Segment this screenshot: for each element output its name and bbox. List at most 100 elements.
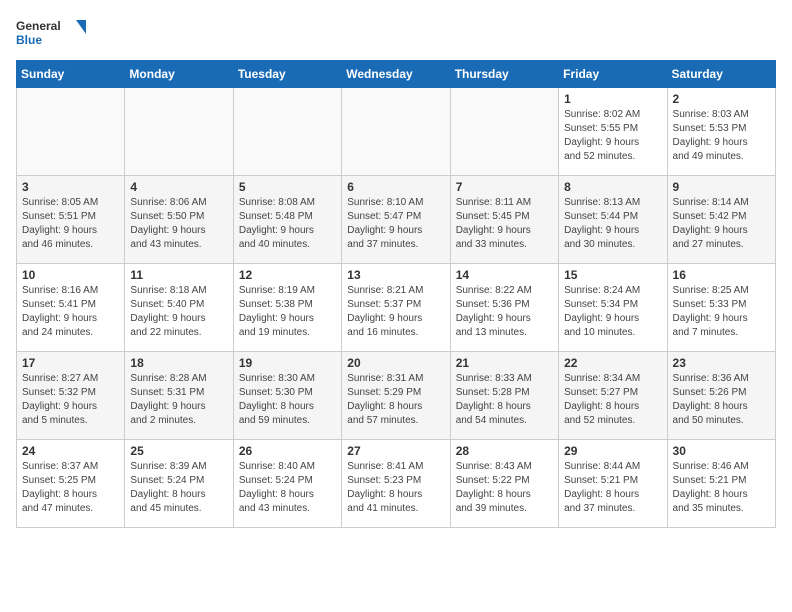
weekday-header-thursday: Thursday: [450, 61, 558, 88]
day-number: 7: [456, 180, 553, 194]
calendar-cell: 16Sunrise: 8:25 AM Sunset: 5:33 PM Dayli…: [667, 264, 775, 352]
calendar-table: SundayMondayTuesdayWednesdayThursdayFrid…: [16, 60, 776, 528]
header: General Blue: [16, 16, 776, 52]
calendar-cell: [125, 88, 233, 176]
day-number: 8: [564, 180, 661, 194]
day-info: Sunrise: 8:37 AM Sunset: 5:25 PM Dayligh…: [22, 460, 119, 516]
calendar-cell: 7 Sunrise: 8:11 AM Sunset: 5:45 PM Daylig…: [450, 176, 558, 264]
calendar-cell: 29 Sunrise: 8:44 AM Sunset: 5:21 PM Dayli…: [559, 440, 667, 528]
week-row-2: 3Sunrise: 8:05 AM Sunset: 5:51 PM Daylig…: [17, 176, 776, 264]
svg-text:Blue: Blue: [16, 33, 42, 47]
day-info: Sunrise: 8:22 AM Sunset: 5:36 PM Dayligh…: [456, 284, 553, 340]
svg-text:General: General: [16, 19, 61, 33]
day-number: 26: [239, 444, 336, 458]
day-number: 12: [239, 268, 336, 282]
day-info: Sunrise: 8:02 AM Sunset: 5:55 PM Dayligh…: [564, 108, 661, 164]
day-number: 11: [130, 268, 227, 282]
header-row: SundayMondayTuesdayWednesdayThursdayFrid…: [17, 61, 776, 88]
day-info: Sunrise: 8:40 AM Sunset: 5:24 PM Dayligh…: [239, 460, 336, 516]
week-row-3: 10 Sunrise: 8:16 AM Sunset: 5:41 PM Dayli…: [17, 264, 776, 352]
day-info: Sunrise: 8:46 AM Sunset: 5:21 PM Dayligh…: [673, 460, 770, 516]
day-number: 15: [564, 268, 661, 282]
calendar-cell: 3Sunrise: 8:05 AM Sunset: 5:51 PM Daylig…: [17, 176, 125, 264]
calendar-cell: 24 Sunrise: 8:37 AM Sunset: 5:25 PM Dayli…: [17, 440, 125, 528]
day-info: Sunrise: 8:36 AM Sunset: 5:26 PM Dayligh…: [673, 372, 770, 428]
day-info: Sunrise: 8:44 AM Sunset: 5:21 PM Dayligh…: [564, 460, 661, 516]
day-number: 28: [456, 444, 553, 458]
day-number: 17: [22, 356, 119, 370]
day-number: 25: [130, 444, 227, 458]
calendar-cell: 17 Sunrise: 8:27 AM Sunset: 5:32 PM Dayli…: [17, 352, 125, 440]
day-info: Sunrise: 8:30 AM Sunset: 5:30 PM Dayligh…: [239, 372, 336, 428]
day-number: 24: [22, 444, 119, 458]
day-info: Sunrise: 8:28 AM Sunset: 5:31 PM Dayligh…: [130, 372, 227, 428]
day-number: 1: [564, 92, 661, 106]
calendar-cell: [342, 88, 450, 176]
day-number: 16: [673, 268, 770, 282]
logo: General Blue: [16, 16, 86, 52]
day-number: 4: [130, 180, 227, 194]
day-number: 14: [456, 268, 553, 282]
weekday-header-saturday: Saturday: [667, 61, 775, 88]
day-info: Sunrise: 8:14 AM Sunset: 5:42 PM Dayligh…: [673, 196, 770, 252]
calendar-cell: 19 Sunrise: 8:30 AM Sunset: 5:30 PM Dayli…: [233, 352, 341, 440]
day-info: Sunrise: 8:31 AM Sunset: 5:29 PM Dayligh…: [347, 372, 444, 428]
weekday-header-friday: Friday: [559, 61, 667, 88]
calendar-cell: 4 Sunrise: 8:06 AM Sunset: 5:50 PM Daylig…: [125, 176, 233, 264]
day-number: 5: [239, 180, 336, 194]
calendar-cell: 6Sunrise: 8:10 AM Sunset: 5:47 PM Daylig…: [342, 176, 450, 264]
day-info: Sunrise: 8:27 AM Sunset: 5:32 PM Dayligh…: [22, 372, 119, 428]
day-number: 10: [22, 268, 119, 282]
calendar-cell: 15 Sunrise: 8:24 AM Sunset: 5:34 PM Dayli…: [559, 264, 667, 352]
day-info: Sunrise: 8:43 AM Sunset: 5:22 PM Dayligh…: [456, 460, 553, 516]
day-number: 18: [130, 356, 227, 370]
calendar-cell: 21 Sunrise: 8:33 AM Sunset: 5:28 PM Dayli…: [450, 352, 558, 440]
day-info: Sunrise: 8:34 AM Sunset: 5:27 PM Dayligh…: [564, 372, 661, 428]
day-info: Sunrise: 8:11 AM Sunset: 5:45 PM Dayligh…: [456, 196, 553, 252]
week-row-1: 1 Sunrise: 8:02 AM Sunset: 5:55 PM Daylig…: [17, 88, 776, 176]
day-info: Sunrise: 8:08 AM Sunset: 5:48 PM Dayligh…: [239, 196, 336, 252]
day-info: Sunrise: 8:05 AM Sunset: 5:51 PM Dayligh…: [22, 196, 119, 252]
day-number: 13: [347, 268, 444, 282]
week-row-5: 24 Sunrise: 8:37 AM Sunset: 5:25 PM Dayli…: [17, 440, 776, 528]
day-number: 9: [673, 180, 770, 194]
calendar-cell: 10 Sunrise: 8:16 AM Sunset: 5:41 PM Dayli…: [17, 264, 125, 352]
weekday-header-wednesday: Wednesday: [342, 61, 450, 88]
calendar-cell: 27 Sunrise: 8:41 AM Sunset: 5:23 PM Dayli…: [342, 440, 450, 528]
calendar-cell: 23 Sunrise: 8:36 AM Sunset: 5:26 PM Dayli…: [667, 352, 775, 440]
calendar-cell: [233, 88, 341, 176]
calendar-cell: 8 Sunrise: 8:13 AM Sunset: 5:44 PM Daylig…: [559, 176, 667, 264]
logo-svg: General Blue: [16, 16, 86, 52]
day-number: 21: [456, 356, 553, 370]
calendar-cell: 28 Sunrise: 8:43 AM Sunset: 5:22 PM Dayli…: [450, 440, 558, 528]
day-info: Sunrise: 8:10 AM Sunset: 5:47 PM Dayligh…: [347, 196, 444, 252]
day-info: Sunrise: 8:41 AM Sunset: 5:23 PM Dayligh…: [347, 460, 444, 516]
week-row-4: 17 Sunrise: 8:27 AM Sunset: 5:32 PM Dayli…: [17, 352, 776, 440]
day-number: 30: [673, 444, 770, 458]
weekday-header-sunday: Sunday: [17, 61, 125, 88]
day-number: 23: [673, 356, 770, 370]
day-info: Sunrise: 8:18 AM Sunset: 5:40 PM Dayligh…: [130, 284, 227, 340]
day-number: 20: [347, 356, 444, 370]
day-info: Sunrise: 8:24 AM Sunset: 5:34 PM Dayligh…: [564, 284, 661, 340]
calendar-cell: 14 Sunrise: 8:22 AM Sunset: 5:36 PM Dayli…: [450, 264, 558, 352]
day-info: Sunrise: 8:03 AM Sunset: 5:53 PM Dayligh…: [673, 108, 770, 164]
day-info: Sunrise: 8:16 AM Sunset: 5:41 PM Dayligh…: [22, 284, 119, 340]
calendar-cell: 25 Sunrise: 8:39 AM Sunset: 5:24 PM Dayli…: [125, 440, 233, 528]
day-number: 27: [347, 444, 444, 458]
day-number: 19: [239, 356, 336, 370]
day-info: Sunrise: 8:39 AM Sunset: 5:24 PM Dayligh…: [130, 460, 227, 516]
day-info: Sunrise: 8:13 AM Sunset: 5:44 PM Dayligh…: [564, 196, 661, 252]
day-info: Sunrise: 8:06 AM Sunset: 5:50 PM Dayligh…: [130, 196, 227, 252]
day-number: 29: [564, 444, 661, 458]
calendar-cell: [17, 88, 125, 176]
calendar-cell: 13 Sunrise: 8:21 AM Sunset: 5:37 PM Dayli…: [342, 264, 450, 352]
calendar-cell: 11 Sunrise: 8:18 AM Sunset: 5:40 PM Dayli…: [125, 264, 233, 352]
day-info: Sunrise: 8:33 AM Sunset: 5:28 PM Dayligh…: [456, 372, 553, 428]
calendar-cell: 2Sunrise: 8:03 AM Sunset: 5:53 PM Daylig…: [667, 88, 775, 176]
day-info: Sunrise: 8:19 AM Sunset: 5:38 PM Dayligh…: [239, 284, 336, 340]
day-info: Sunrise: 8:21 AM Sunset: 5:37 PM Dayligh…: [347, 284, 444, 340]
calendar-cell: 9 Sunrise: 8:14 AM Sunset: 5:42 PM Daylig…: [667, 176, 775, 264]
calendar-cell: [450, 88, 558, 176]
calendar-cell: 18 Sunrise: 8:28 AM Sunset: 5:31 PM Dayli…: [125, 352, 233, 440]
